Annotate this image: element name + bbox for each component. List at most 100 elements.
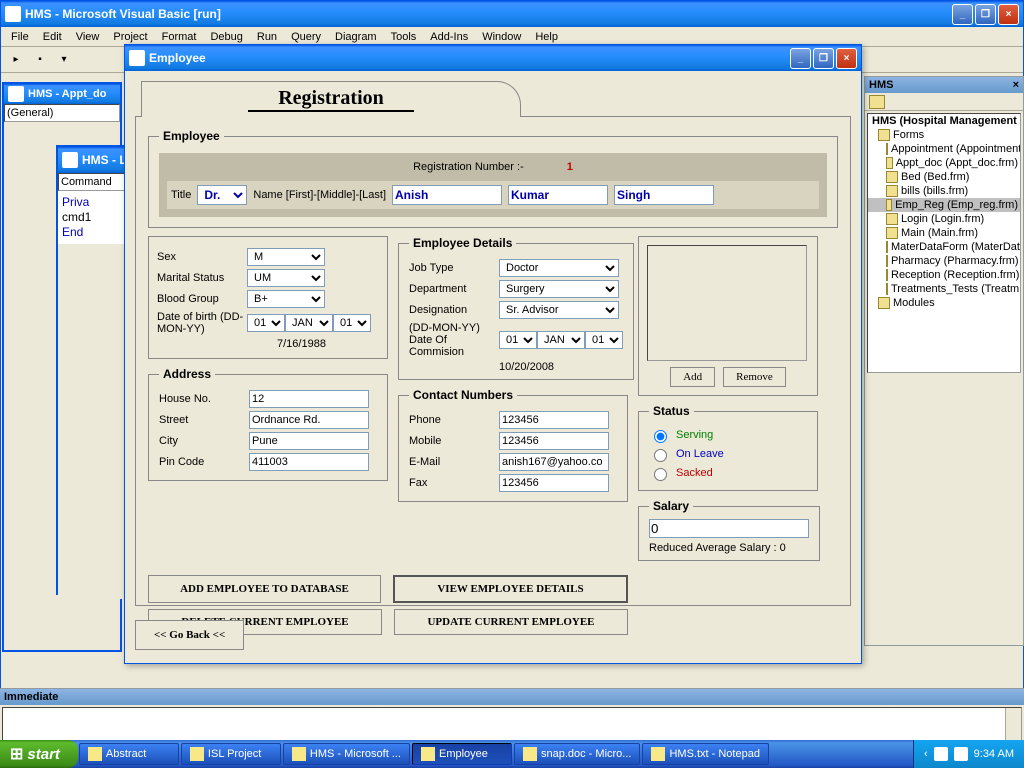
menu-view[interactable]: View [70, 29, 106, 45]
job-label: Job Type [409, 262, 499, 274]
tree-item[interactable]: Pharmacy (Pharmacy.frm) [868, 254, 1020, 268]
tree-item[interactable]: Appointment (Appointment [868, 142, 1020, 156]
menu-project[interactable]: Project [107, 29, 153, 45]
menu-diagram[interactable]: Diagram [329, 29, 383, 45]
task-item-active[interactable]: Employee [412, 743, 512, 765]
mobile-input[interactable] [499, 432, 609, 450]
tray-icon[interactable] [934, 747, 948, 761]
first-name-input[interactable] [392, 185, 502, 205]
house-input[interactable] [249, 390, 369, 408]
dob-day-select[interactable]: 01 [247, 314, 285, 332]
tree-folder-forms[interactable]: Forms [868, 128, 1020, 142]
tree-item[interactable]: Main (Main.frm) [868, 226, 1020, 240]
dialog-close-button[interactable]: × [836, 48, 857, 69]
task-item[interactable]: HMS - Microsoft ... [283, 743, 410, 765]
desig-select[interactable]: Sr. Advisor [499, 301, 619, 319]
menu-tools[interactable]: Tools [385, 29, 423, 45]
add-employee-button[interactable]: ADD EMPLOYEE TO DATABASE [148, 575, 381, 603]
menu-addins[interactable]: Add-Ins [424, 29, 474, 45]
task-item[interactable]: snap.doc - Micro... [514, 743, 640, 765]
menu-query[interactable]: Query [285, 29, 327, 45]
doc-year-select[interactable]: 01 [585, 331, 623, 349]
form-icon [886, 199, 892, 211]
system-tray[interactable]: ‹ 9:34 AM [913, 740, 1024, 768]
task-item[interactable]: HMS.txt - Notepad [642, 743, 768, 765]
menu-window[interactable]: Window [476, 29, 527, 45]
phone-input[interactable] [499, 411, 609, 429]
tree-item[interactable]: MaterDataForm (MaterData [868, 240, 1020, 254]
code-titlebar: HMS - Appt_do [4, 84, 120, 104]
go-back-button[interactable]: << Go Back << [135, 620, 244, 650]
code-body[interactable]: Priva cmd1 End [58, 191, 134, 244]
tray-chevron-icon[interactable]: ‹ [924, 748, 928, 760]
city-input[interactable] [249, 432, 369, 450]
project-tree[interactable]: HMS (Hospital Management S Forms Appoint… [867, 113, 1021, 373]
start-button[interactable]: start [0, 740, 78, 768]
dialog-maximize-button[interactable]: ❐ [813, 48, 834, 69]
toolbar-button[interactable]: ▸ [5, 49, 27, 71]
close-button[interactable]: × [998, 4, 1019, 25]
dialog-minimize-button[interactable]: _ [790, 48, 811, 69]
menu-edit[interactable]: Edit [37, 29, 68, 45]
task-item[interactable]: Abstract [79, 743, 179, 765]
folder-icon [88, 747, 102, 761]
update-employee-button[interactable]: UPDATE CURRENT EMPLOYEE [394, 609, 628, 635]
menu-file[interactable]: File [5, 29, 35, 45]
title-label: Title [171, 189, 191, 201]
sex-select[interactable]: M [247, 248, 325, 266]
minimize-button[interactable]: _ [952, 4, 973, 25]
street-input[interactable] [249, 411, 369, 429]
menu-help[interactable]: Help [529, 29, 564, 45]
proc-dropdown[interactable]: Command [58, 173, 134, 191]
status-sacked-radio[interactable]: Sacked [649, 465, 807, 481]
proc-dropdown[interactable]: (General) [4, 104, 120, 122]
tree-item[interactable]: Bed (Bed.frm) [868, 170, 1020, 184]
tree-root[interactable]: HMS (Hospital Management S [868, 114, 1020, 128]
job-select[interactable]: Doctor [499, 259, 619, 277]
tree-item[interactable]: Appt_doc (Appt_doc.frm) [868, 156, 1020, 170]
dept-select[interactable]: Surgery [499, 280, 619, 298]
tree-item-selected[interactable]: Emp_Reg (Emp_reg.frm) [868, 198, 1020, 212]
form-icon [886, 171, 898, 183]
add-photo-button[interactable]: Add [670, 367, 715, 387]
pin-input[interactable] [249, 453, 369, 471]
toolbar-button[interactable]: ▾ [53, 49, 75, 71]
fax-input[interactable] [499, 474, 609, 492]
remove-photo-button[interactable]: Remove [723, 367, 786, 387]
dob-month-select[interactable]: JAN [285, 314, 333, 332]
desig-label: Designation [409, 304, 499, 316]
dob-year-select[interactable]: 01 [333, 314, 371, 332]
maximize-button[interactable]: ❐ [975, 4, 996, 25]
view-employee-button[interactable]: VIEW EMPLOYEE DETAILS [393, 575, 628, 603]
tree-folder-modules[interactable]: Modules [868, 296, 1020, 310]
middle-name-input[interactable] [508, 185, 608, 205]
task-item[interactable]: ISL Project [181, 743, 281, 765]
status-onleave-radio[interactable]: On Leave [649, 446, 807, 462]
tray-icon[interactable] [954, 747, 968, 761]
registration-tab[interactable]: Registration [141, 81, 521, 117]
toolbar-button[interactable]: ▪ [29, 49, 51, 71]
doc-day-select[interactable]: 01 [499, 331, 537, 349]
doc-month-select[interactable]: JAN [537, 331, 585, 349]
form-icon [886, 157, 893, 169]
last-name-input[interactable] [614, 185, 714, 205]
panel-close-icon[interactable]: × [1013, 79, 1019, 91]
salary-note: Reduced Average Salary : 0 [649, 542, 809, 554]
email-input[interactable] [499, 453, 609, 471]
tree-item[interactable]: Login (Login.frm) [868, 212, 1020, 226]
tree-item[interactable]: Reception (Reception.frm) [868, 268, 1020, 282]
marital-select[interactable]: UM [247, 269, 325, 287]
salary-legend: Salary [649, 499, 693, 513]
menu-run[interactable]: Run [251, 29, 283, 45]
tree-item[interactable]: bills (bills.frm) [868, 184, 1020, 198]
status-serving-radio[interactable]: Serving [649, 427, 807, 443]
menu-debug[interactable]: Debug [204, 29, 248, 45]
menu-format[interactable]: Format [156, 29, 203, 45]
blood-select[interactable]: B+ [247, 290, 325, 308]
marital-label: Marital Status [157, 272, 247, 284]
details-legend: Employee Details [409, 236, 516, 250]
title-select[interactable]: Dr. [197, 185, 247, 205]
folder-icon [190, 747, 204, 761]
salary-input[interactable] [649, 519, 809, 538]
tree-item[interactable]: Treatments_Tests (Treatm [868, 282, 1020, 296]
